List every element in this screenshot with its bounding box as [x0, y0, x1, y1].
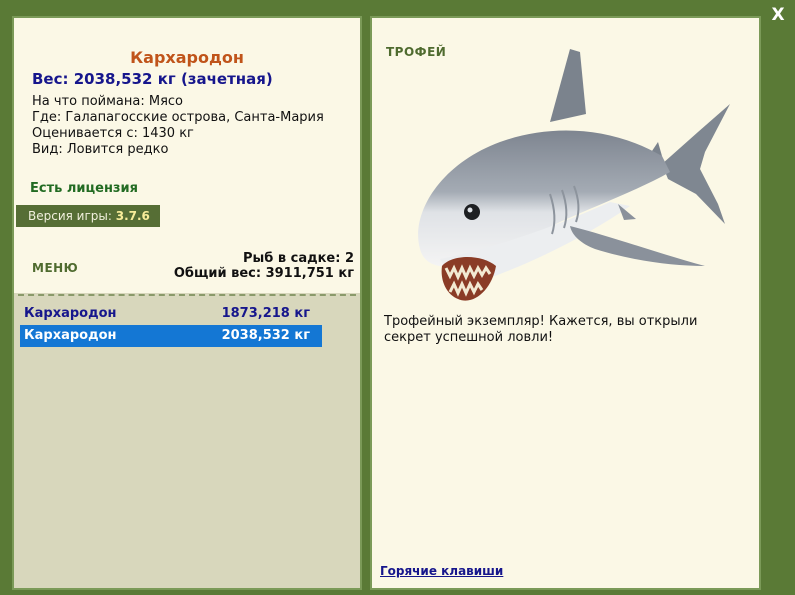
- close-icon[interactable]: X: [769, 6, 787, 24]
- fish-details: На что поймана: Мясо Где: Галапагосские …: [32, 94, 324, 158]
- fish-kind: Вид: Ловится редко: [32, 142, 169, 157]
- list-item[interactable]: Кархародон 2038,532 кг: [20, 325, 322, 347]
- hotkeys-link[interactable]: Горячие клавиши: [380, 564, 503, 578]
- fish-count: Рыб в садке: 2: [242, 251, 354, 266]
- fish-info-panel: Кархародон Вес: 2038,532 кг (зачетная) Н…: [12, 16, 362, 590]
- version-bar: Версия игры: 3.7.6: [16, 205, 160, 227]
- divider: [18, 294, 356, 296]
- fish-title: Кархародон: [130, 48, 244, 67]
- list-item[interactable]: Кархародон 1873,218 кг: [20, 303, 322, 325]
- fish-row-weight: 1873,218 кг: [221, 306, 310, 321]
- total-weight: Общий вес: 3911,751 кг: [173, 266, 354, 281]
- version-label: Версия игры:: [28, 209, 112, 223]
- location: Где: Галапагосские острова, Санта-Мария: [32, 110, 324, 125]
- trophy-panel: ТРОФЕЙ Трофейный экземпляр! Кажется, вы …: [370, 16, 761, 590]
- fish-row-name: Кархародон: [24, 306, 117, 321]
- version-value: 3.7.6: [115, 209, 150, 223]
- fish-row-name: Кархародон: [24, 328, 117, 343]
- trophy-description: Трофейный экземпляр! Кажется, вы открыли…: [384, 314, 698, 345]
- fish-row-weight: 2038,532 кг: [221, 328, 310, 343]
- fish-weight: Вес: 2038,532 кг (зачетная): [32, 70, 273, 88]
- shark-image: [418, 49, 730, 301]
- menu-button[interactable]: МЕНЮ: [32, 261, 78, 275]
- valued-from: Оценивается с: 1430 кг: [32, 126, 194, 141]
- caught-on: На что поймана: Мясо: [32, 94, 184, 109]
- license-status: Есть лицензия: [30, 181, 138, 196]
- fish-list: Кархародон 1873,218 кг Кархародон 2038,5…: [20, 303, 322, 347]
- keepnet-stats: Рыб в садке: 2 Общий вес: 3911,751 кг: [174, 251, 354, 281]
